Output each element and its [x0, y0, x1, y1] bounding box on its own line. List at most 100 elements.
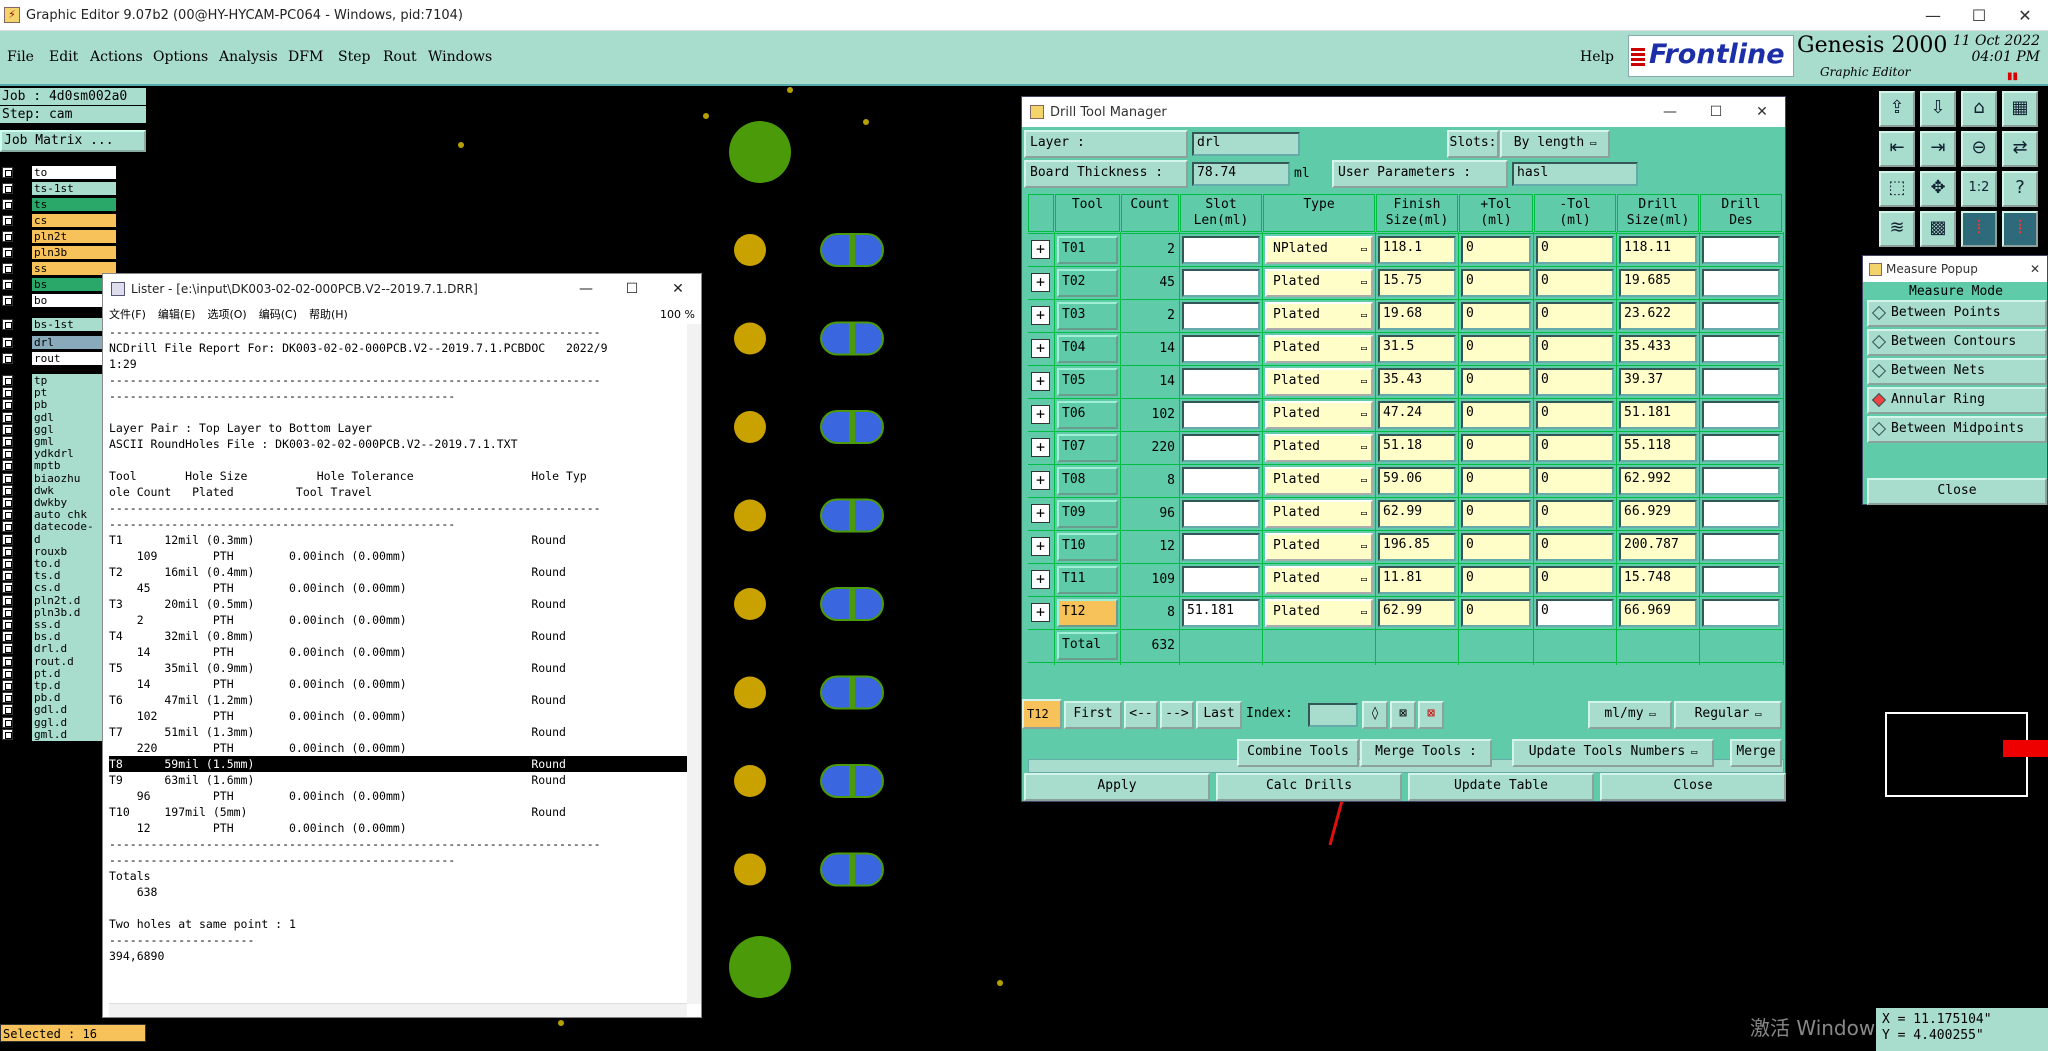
finish-size-input[interactable]: 31.5	[1378, 335, 1456, 363]
layer-checkbox[interactable]	[2, 387, 13, 399]
user-params-field[interactable]: hasl	[1512, 162, 1638, 186]
drill-des-input[interactable]	[1702, 302, 1780, 330]
layer-checkbox[interactable]	[2, 247, 13, 258]
layer-row[interactable]: ggl.d	[0, 715, 118, 729]
layer-name[interactable]: pln2t	[32, 230, 116, 243]
drill-size-input[interactable]: 19.685	[1619, 269, 1697, 297]
row-expand-icon[interactable]: +	[1031, 339, 1050, 358]
menu-analysis[interactable]: Analysis	[219, 49, 278, 65]
plus-tol-input[interactable]: 0	[1461, 467, 1531, 495]
menu-dfm[interactable]: DFM	[288, 49, 323, 65]
layer-row[interactable]: to	[0, 166, 118, 179]
measure-close-x-button[interactable]: ✕	[2023, 262, 2047, 276]
minus-tol-input[interactable]: 0	[1536, 335, 1614, 363]
finish-size-input[interactable]: 196.85	[1378, 533, 1456, 561]
layer-checkbox[interactable]	[2, 353, 13, 364]
tool-name-cell[interactable]: T07	[1057, 434, 1118, 462]
layer-checkbox[interactable]	[2, 199, 13, 210]
lister-menu-edit[interactable]: 编辑(E)	[158, 306, 196, 322]
push-left-icon[interactable]: ⇤	[1879, 131, 1915, 167]
layer-row[interactable]: gdl	[0, 410, 118, 424]
layer-row[interactable]: pt.d	[0, 666, 118, 680]
layer-checkbox[interactable]	[2, 231, 13, 242]
units-dropdown[interactable]: ml/my	[1588, 701, 1672, 729]
drill-des-input[interactable]	[1702, 236, 1780, 264]
layer-checkbox[interactable]	[2, 631, 13, 643]
plus-tol-input[interactable]: 0	[1461, 236, 1531, 264]
layer-row[interactable]: tp	[0, 374, 118, 387]
update-tools-numbers-dropdown[interactable]: Update Tools Numbers	[1512, 739, 1714, 767]
measure-option[interactable]: Between Nets	[1867, 358, 2047, 385]
drill-size-input[interactable]: 200.787	[1619, 533, 1697, 561]
plus-tol-input[interactable]: 0	[1461, 368, 1531, 396]
finish-size-input[interactable]: 118.1	[1378, 236, 1456, 264]
type-dropdown[interactable]: Plated	[1265, 566, 1373, 594]
drill-des-input[interactable]	[1702, 599, 1780, 627]
layer-checkbox[interactable]	[2, 497, 13, 508]
layer-row[interactable]: ts	[0, 198, 118, 211]
slot-len-input[interactable]	[1182, 434, 1260, 462]
tool-name-cell[interactable]: T11	[1057, 566, 1118, 594]
load-icon[interactable]: ⇩	[1920, 91, 1956, 127]
drill-size-input[interactable]: 66.929	[1619, 500, 1697, 528]
layer-checkbox[interactable]	[2, 716, 13, 728]
lister-minimize-button[interactable]: —	[563, 281, 609, 297]
minus-tol-input[interactable]: 0	[1536, 566, 1614, 594]
bulb-icon[interactable]: ◊	[1362, 701, 1388, 729]
red-tool2-icon[interactable]: ⦙	[2002, 211, 2038, 247]
plus-tol-input[interactable]: 0	[1461, 599, 1531, 627]
minus-tol-input[interactable]: 0	[1536, 368, 1614, 396]
layer-row[interactable]: gml.d	[0, 727, 118, 741]
type-dropdown[interactable]: Plated	[1265, 368, 1373, 396]
drill-des-input[interactable]	[1702, 269, 1780, 297]
minus-tol-input[interactable]: 0	[1536, 533, 1614, 561]
layer-row[interactable]: bs	[0, 278, 118, 291]
layer-row[interactable]: ydkdrl	[0, 447, 118, 461]
layer-name[interactable]: to	[32, 166, 116, 179]
plus-tol-input[interactable]: 0	[1461, 401, 1531, 429]
red-tool-icon[interactable]: ⦙	[1961, 211, 1997, 247]
slot-len-input[interactable]	[1182, 236, 1260, 264]
layer-checkbox[interactable]	[2, 558, 13, 569]
layer-row[interactable]: drl	[0, 336, 118, 349]
layer-row[interactable]: rout	[0, 352, 118, 365]
slot-len-input[interactable]	[1182, 302, 1260, 330]
prev-button[interactable]: <--	[1124, 701, 1158, 729]
drill-size-input[interactable]: 15.748	[1619, 566, 1697, 594]
job-matrix-button[interactable]: Job Matrix ...	[0, 130, 146, 152]
layer-checkbox[interactable]	[2, 167, 13, 178]
slot-len-input[interactable]	[1182, 335, 1260, 363]
dtm-minimize-button[interactable]: —	[1647, 104, 1693, 120]
slot-len-input[interactable]	[1182, 566, 1260, 594]
layer-checkbox[interactable]	[2, 472, 13, 484]
layer-row[interactable]: bs-1st	[0, 318, 118, 331]
ratio-icon[interactable]: 1:2	[1961, 171, 1997, 207]
layer-row[interactable]: cs.d	[0, 581, 118, 595]
minus-tol-input[interactable]: 0	[1536, 236, 1614, 264]
drill-size-input[interactable]: 23.622	[1619, 302, 1697, 330]
tool-name-cell[interactable]: T10	[1057, 533, 1118, 561]
layer-checkbox[interactable]	[2, 728, 13, 740]
layer-row[interactable]: rout.d	[0, 654, 118, 668]
layer-row[interactable]: bs.d	[0, 630, 118, 644]
home-icon[interactable]: ⇪	[1879, 91, 1915, 127]
drill-des-input[interactable]	[1702, 467, 1780, 495]
lister-close-button[interactable]: ✕	[655, 281, 701, 297]
maximize-button[interactable]: ☐	[1956, 0, 2002, 31]
drill-size-input[interactable]: 118.11	[1619, 236, 1697, 264]
layer-row[interactable]: pb.d	[0, 691, 118, 705]
layer-checkbox[interactable]	[2, 655, 13, 667]
layer-checkbox[interactable]	[2, 484, 13, 496]
layer-checkbox[interactable]	[2, 183, 13, 194]
layer-row[interactable]: tp.d	[0, 679, 118, 692]
layer-field[interactable]: drl	[1192, 132, 1300, 156]
apply-button[interactable]: Apply	[1024, 773, 1210, 801]
plus-tol-input[interactable]: 0	[1461, 566, 1531, 594]
layer-row[interactable]: to.d	[0, 557, 118, 570]
row-expand-icon[interactable]: +	[1031, 273, 1050, 292]
lister-maximize-button[interactable]: ☐	[609, 281, 655, 297]
drill-des-input[interactable]	[1702, 335, 1780, 363]
delete-icon[interactable]: ⊠	[1418, 701, 1444, 729]
tool-name-cell[interactable]: T09	[1057, 500, 1118, 528]
type-dropdown[interactable]: Plated	[1265, 269, 1373, 297]
